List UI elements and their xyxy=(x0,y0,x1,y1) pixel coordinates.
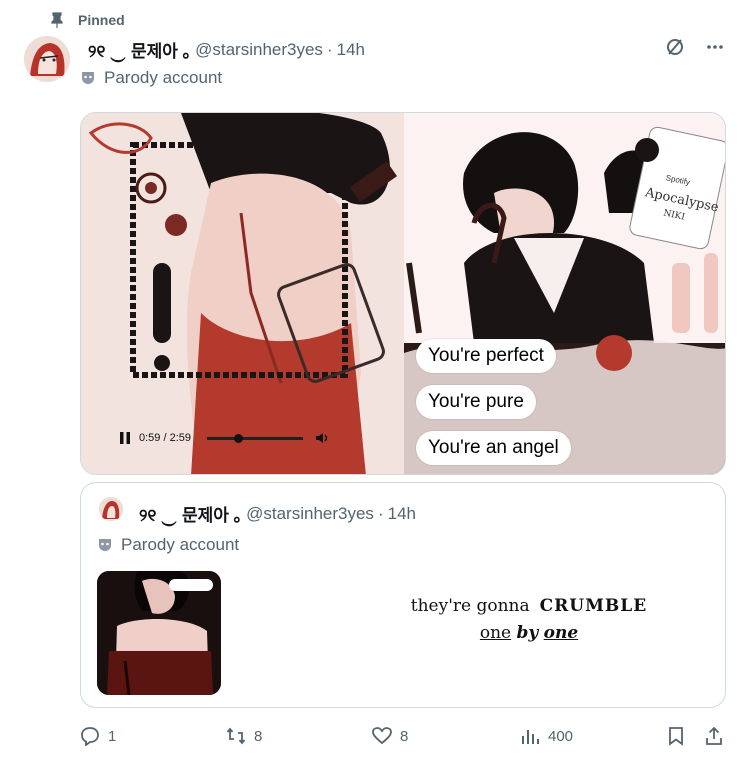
caption-1: You're perfect xyxy=(416,339,556,373)
media-card[interactable]: 0:59 / 2:59 Spotify Apocalypse NIKI You'… xyxy=(80,112,726,475)
separator: · xyxy=(326,39,333,59)
quote-handle: @starsinher3yes xyxy=(246,503,374,523)
avatar[interactable] xyxy=(24,36,70,82)
player-time: 0:59 / 2:59 xyxy=(139,432,191,444)
caption-2: You're pure xyxy=(416,385,536,419)
pinned-indicator: Pinned xyxy=(50,10,125,30)
quote-thumbnail[interactable] xyxy=(97,571,221,695)
volume-icon[interactable] xyxy=(315,431,329,445)
repost-button[interactable]: 8 xyxy=(226,726,262,746)
quote-avatar xyxy=(99,497,123,521)
bookmark-button[interactable] xyxy=(666,726,686,746)
quoted-post[interactable]: ୨୧ ‿ 문제아 ｡ @starsinher3yes · 14h Parody … xyxy=(80,482,726,708)
quote-text-crumble: CRUMBLE xyxy=(539,596,648,616)
grok-icon[interactable] xyxy=(664,36,686,58)
quote-separator: · xyxy=(377,503,384,523)
views-count: 400 xyxy=(548,727,574,745)
quote-text-part1: they're gonna xyxy=(410,596,530,616)
audio-player: 0:59 / 2:59 xyxy=(119,431,329,445)
views-icon xyxy=(522,730,539,744)
heart-icon xyxy=(372,727,392,745)
like-count: 8 xyxy=(400,727,409,745)
caption-3: You're an angel xyxy=(416,431,571,465)
like-button[interactable]: 8 xyxy=(372,726,408,746)
quote-text-one-2: one xyxy=(543,623,579,643)
views-button[interactable]: 400 xyxy=(520,726,573,746)
action-bar: 1 8 8 400 xyxy=(80,726,726,750)
media-image-right[interactable]: Spotify Apocalypse NIKI You're perfect Y… xyxy=(404,113,725,474)
timestamp[interactable]: 14h xyxy=(337,40,365,60)
repost-icon xyxy=(226,727,246,745)
mask-icon xyxy=(99,539,111,551)
repost-count: 8 xyxy=(254,727,263,745)
quote-header: ୨୧ ‿ 문제아 ｡ @starsinher3yes · 14h xyxy=(139,501,416,526)
post-top-actions xyxy=(664,36,726,58)
reply-icon xyxy=(81,727,99,746)
parody-badge: Parody account xyxy=(80,68,222,88)
post-header: ୨୧ ‿ 문제아 ｡ @starsinher3yes · 14h xyxy=(88,37,365,62)
quote-parody-badge: Parody account xyxy=(97,535,239,555)
reply-button[interactable]: 1 xyxy=(80,726,116,746)
quote-text-by: by xyxy=(516,623,539,643)
quote-display-name: ୨୧ ‿ 문제아 ｡ xyxy=(139,506,243,525)
quote-text-one-1: one xyxy=(479,623,512,643)
quote-parody-label: Parody account xyxy=(121,535,240,554)
quote-timestamp: 14h xyxy=(387,503,416,523)
pinned-label: Pinned xyxy=(78,12,125,28)
player-progress[interactable] xyxy=(207,433,303,443)
display-name[interactable]: ୨୧ ‿ 문제아 ｡ xyxy=(88,37,191,62)
more-options-icon[interactable] xyxy=(704,36,726,58)
quote-text: they're gonna CRUMBLE one by one xyxy=(399,593,659,647)
parody-label: Parody account xyxy=(104,68,223,87)
progress-knob[interactable] xyxy=(234,433,244,443)
handle[interactable]: @starsinher3yes xyxy=(195,40,323,60)
media-image-left[interactable]: 0:59 / 2:59 xyxy=(81,113,404,474)
share-button[interactable] xyxy=(704,726,724,746)
bookmark-icon xyxy=(669,727,683,746)
share-icon xyxy=(706,726,722,745)
mask-icon xyxy=(82,72,94,84)
pin-icon xyxy=(51,12,63,28)
reply-count: 1 xyxy=(108,727,117,745)
pause-icon[interactable] xyxy=(119,432,131,444)
